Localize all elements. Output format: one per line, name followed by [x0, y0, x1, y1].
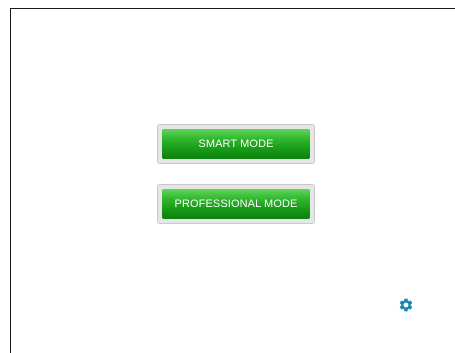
professional-mode-button[interactable]: PROFESSIONAL MODE: [162, 189, 310, 219]
app-screen: [10, 8, 455, 353]
settings-button[interactable]: [397, 296, 415, 314]
smart-mode-button[interactable]: SMART MODE: [162, 129, 310, 159]
professional-mode-button-frame: PROFESSIONAL MODE: [157, 184, 315, 224]
smart-mode-button-frame: SMART MODE: [157, 124, 315, 164]
gear-icon: [398, 297, 414, 313]
